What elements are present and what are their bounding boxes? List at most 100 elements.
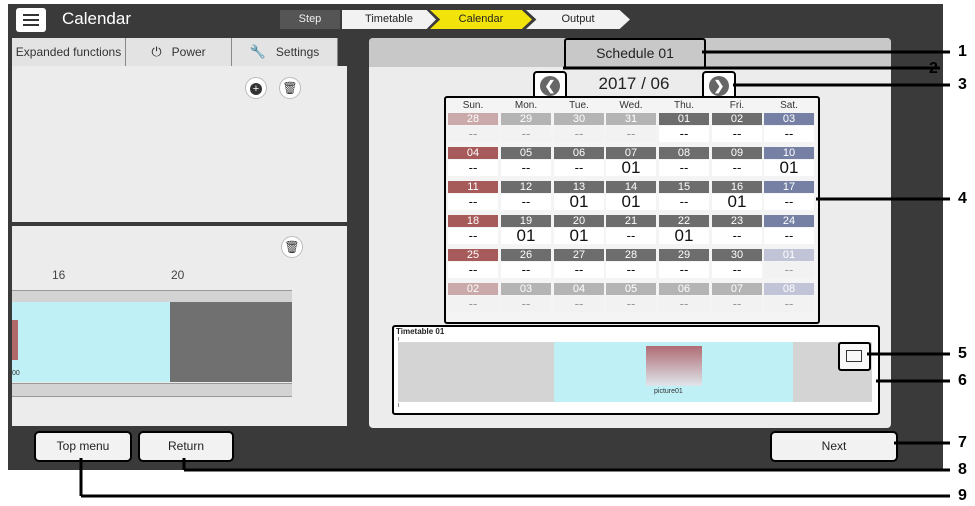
- tab-label: Expanded functions: [15, 45, 122, 59]
- calendar-day-cell[interactable]: --: [764, 194, 814, 210]
- chevron-left-icon: ❮: [540, 76, 560, 96]
- calendar-day-cell[interactable]: 01: [606, 159, 656, 176]
- step-label: Step: [280, 10, 340, 29]
- add-button[interactable]: +: [245, 77, 267, 99]
- picture-thumbnail: [646, 346, 702, 386]
- callout-number: 5: [958, 345, 967, 362]
- top-menu-button[interactable]: Top menu: [34, 431, 132, 462]
- next-button[interactable]: Next: [770, 431, 898, 462]
- clip-thumbnail: [12, 320, 18, 360]
- weekday-header: Sun.: [462, 100, 484, 111]
- calendar-day-number: 28: [448, 113, 498, 125]
- power-icon: ⏻: [151, 44, 162, 59]
- calendar-day-cell[interactable]: --: [659, 160, 709, 176]
- calendar-day-cell[interactable]: --: [712, 160, 762, 176]
- calendar-day-cell[interactable]: --: [501, 296, 551, 312]
- expand-button[interactable]: [838, 342, 871, 371]
- wrench-icon: 🔧: [249, 44, 266, 59]
- calendar-day-cell[interactable]: --: [448, 296, 498, 312]
- tab-settings[interactable]: 🔧 Settings: [232, 38, 338, 66]
- calendar-day-cell[interactable]: --: [501, 160, 551, 176]
- callout-number: 7: [958, 434, 967, 451]
- delete-button[interactable]: 🗑: [279, 77, 301, 99]
- weekday-header: Tue.: [569, 100, 589, 111]
- trash-icon: 🗑: [282, 81, 298, 95]
- expand-icon: [846, 350, 862, 362]
- clip-label: picture01: [654, 388, 683, 395]
- timeline-ruler-bottom: [12, 383, 292, 397]
- calendar-day-cell[interactable]: --: [712, 126, 762, 142]
- plus-icon: +: [250, 82, 262, 95]
- calendar-day-cell[interactable]: 01: [764, 159, 814, 176]
- calendar-day-cell[interactable]: --: [659, 296, 709, 312]
- calendar-day-cell[interactable]: --: [712, 228, 762, 244]
- weekday-header: Wed.: [619, 100, 643, 111]
- tick-label: 20: [171, 268, 185, 282]
- trash-icon: 🗑: [284, 240, 300, 254]
- calendar-day-cell[interactable]: --: [712, 262, 762, 278]
- calendar-day-cell[interactable]: --: [554, 160, 604, 176]
- timetable-title: Timetable 01: [396, 327, 445, 336]
- calendar-day-number: 02: [712, 113, 762, 125]
- calendar-day-cell[interactable]: --: [448, 126, 498, 142]
- menu-icon[interactable]: [16, 8, 46, 32]
- calendar-day-cell[interactable]: --: [554, 296, 604, 312]
- calendar-day-cell[interactable]: --: [606, 228, 656, 244]
- calendar-day-cell[interactable]: --: [606, 296, 656, 312]
- calendar-day-number: 12: [501, 181, 551, 193]
- calendar-day-cell[interactable]: --: [606, 262, 656, 278]
- tab-expanded-functions[interactable]: Expanded functions: [12, 38, 126, 66]
- calendar-day-cell[interactable]: 01: [712, 193, 762, 210]
- calendar-day-cell[interactable]: --: [606, 126, 656, 142]
- calendar-day-cell[interactable]: --: [501, 262, 551, 278]
- tab-power[interactable]: ⏻ Power: [126, 38, 232, 66]
- delete-timeline-button[interactable]: 🗑: [281, 236, 303, 258]
- calendar-day-number: 05: [501, 147, 551, 159]
- calendar-day-number: 06: [659, 283, 709, 295]
- calendar-day-cell[interactable]: --: [501, 194, 551, 210]
- calendar-day-cell[interactable]: 01: [554, 227, 604, 244]
- calendar-day-number: 01: [764, 249, 814, 261]
- page-title: Calendar: [62, 9, 131, 28]
- calendar-day-cell[interactable]: --: [659, 194, 709, 210]
- return-button[interactable]: Return: [138, 431, 234, 462]
- calendar-day-cell[interactable]: --: [448, 228, 498, 244]
- calendar-day-cell[interactable]: --: [659, 262, 709, 278]
- calendar-day-cell[interactable]: --: [448, 194, 498, 210]
- calendar-day-number: 21: [606, 215, 656, 227]
- callout-number: 6: [958, 372, 967, 389]
- timetable-ruler: [398, 403, 873, 407]
- calendar-day-number: 05: [606, 283, 656, 295]
- calendar-day-cell[interactable]: 01: [606, 193, 656, 210]
- calendar-day-cell[interactable]: --: [554, 126, 604, 142]
- calendar-day-cell[interactable]: 01: [659, 227, 709, 244]
- calendar-day-number: 18: [448, 215, 498, 227]
- schedule-title[interactable]: Schedule 01: [564, 38, 706, 69]
- weekday-header: Thu.: [673, 100, 694, 111]
- calendar-day-number: 02: [448, 283, 498, 295]
- calendar-day-cell[interactable]: --: [712, 296, 762, 312]
- calendar-day-number: 23: [712, 215, 762, 227]
- clip-time-label: 00: [12, 370, 20, 377]
- calendar-day-cell[interactable]: --: [659, 126, 709, 142]
- calendar-day-cell[interactable]: --: [764, 262, 814, 278]
- callout-number: 8: [958, 461, 967, 478]
- calendar-day-cell[interactable]: --: [764, 228, 814, 244]
- calendar-day-cell[interactable]: --: [764, 126, 814, 142]
- timeline-clip[interactable]: [12, 302, 170, 382]
- step-calendar: Calendar: [430, 10, 532, 29]
- calendar-grid: Sun. Mon. Tue. Wed. Thu. Fri. Sat. 28 -- 29 -- 30 --…: [444, 96, 820, 324]
- calendar-day-cell[interactable]: --: [501, 126, 551, 142]
- calendar-day-number: 11: [448, 181, 498, 193]
- tick-label: 16: [52, 268, 66, 282]
- chevron-right-icon: ❯: [709, 76, 729, 96]
- calendar-day-number: 03: [501, 283, 551, 295]
- calendar-day-cell[interactable]: 01: [554, 193, 604, 210]
- weekday-header: Fri.: [729, 100, 745, 111]
- calendar-day-cell[interactable]: --: [448, 160, 498, 176]
- calendar-day-cell[interactable]: --: [764, 296, 814, 312]
- calendar-day-number: 04: [554, 283, 604, 295]
- calendar-day-cell[interactable]: 01: [501, 227, 551, 244]
- calendar-day-cell[interactable]: --: [448, 262, 498, 278]
- calendar-day-cell[interactable]: --: [554, 262, 604, 278]
